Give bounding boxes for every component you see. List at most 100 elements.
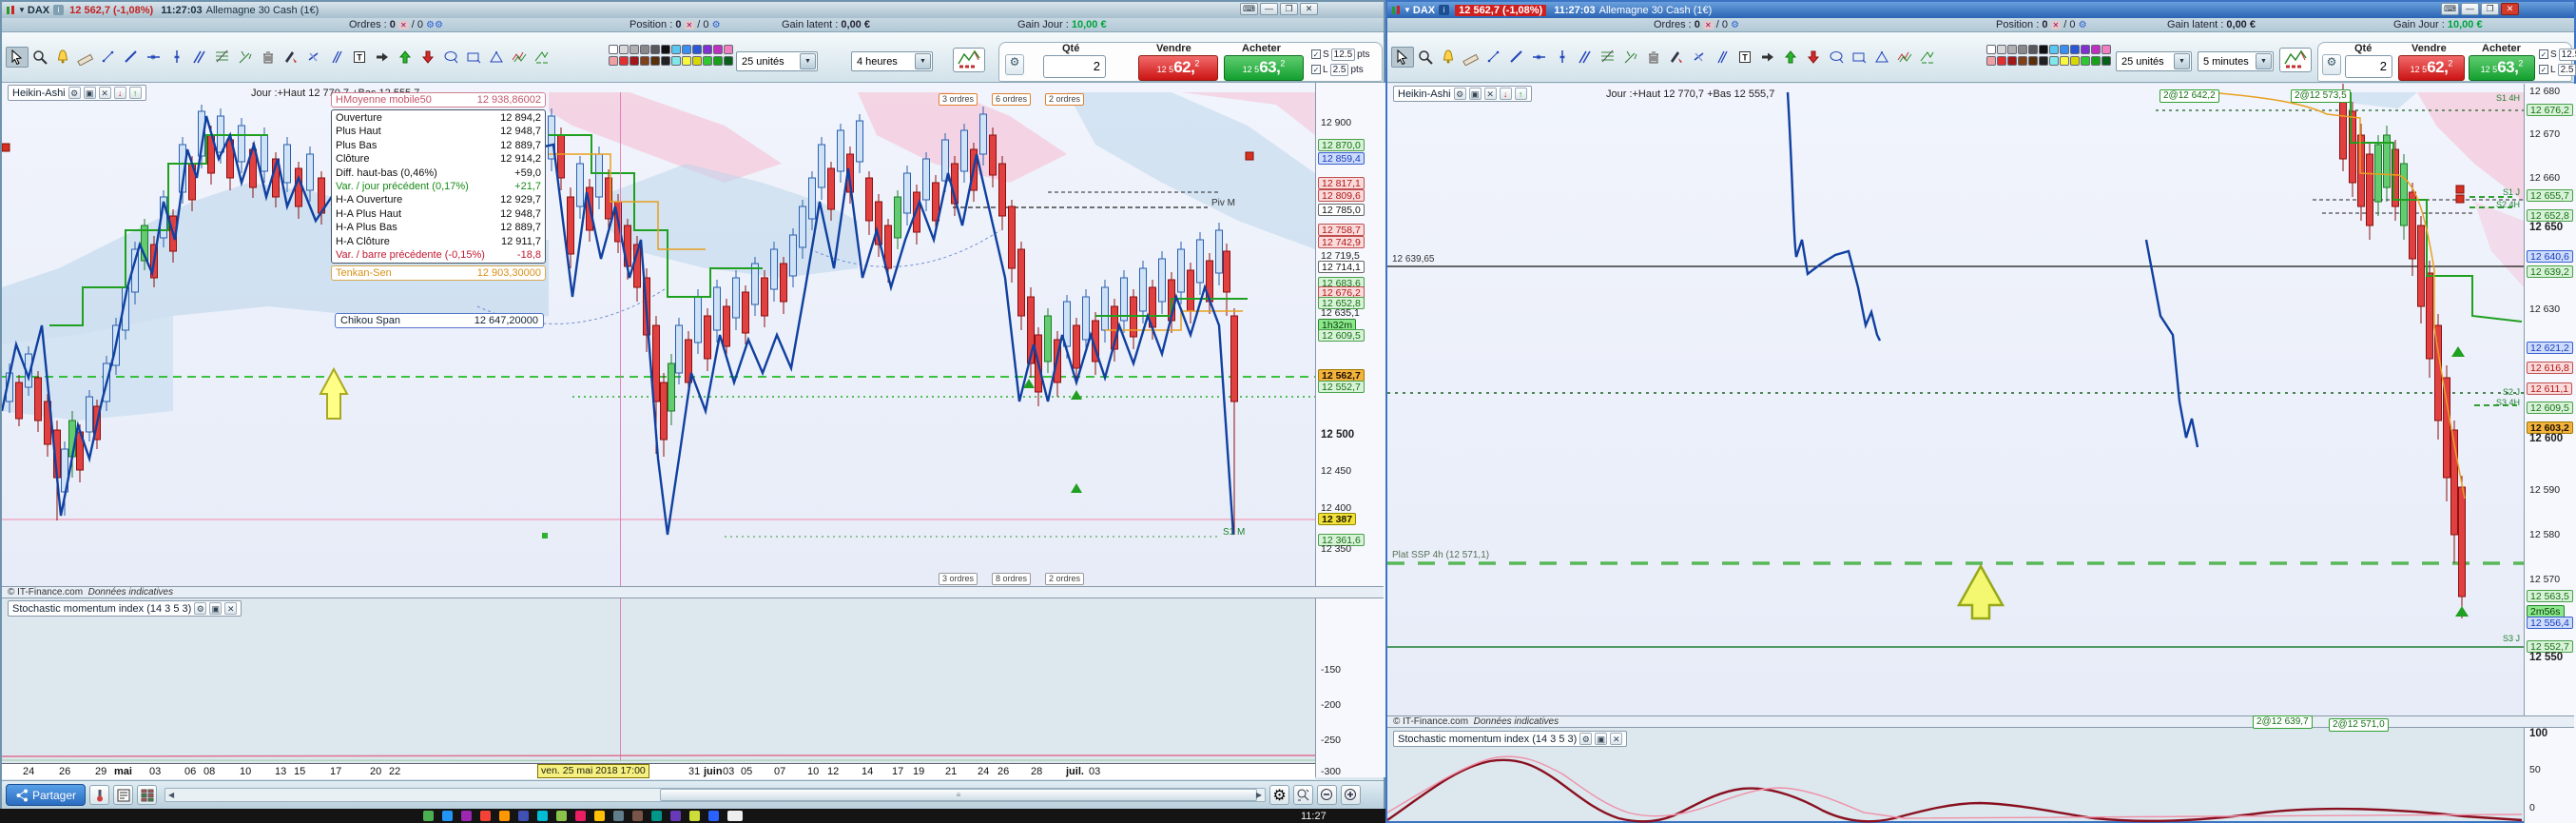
color-swatch[interactable] [671,56,681,66]
color-swatch[interactable] [2028,45,2038,54]
horizontal-line-icon[interactable] [1528,47,1551,68]
wrench-icon[interactable]: ⚙ [2322,54,2341,75]
color-swatch[interactable] [2018,56,2027,66]
color-swatch[interactable] [713,56,723,66]
color-swatch[interactable] [682,56,691,66]
orders-tag[interactable]: 2 ordres [1045,573,1085,585]
keyboard-icon[interactable]: ⌨ [1240,3,1258,15]
cancel-orders-icon[interactable]: ✕ [397,21,409,29]
stop-value-input[interactable]: 12.5 [1330,48,1356,61]
alarm-icon[interactable] [51,47,74,68]
pitchfork-icon[interactable] [1619,47,1642,68]
units-dropdown[interactable]: 25 unités ▼ [736,51,818,71]
cursor-icon[interactable] [1391,47,1414,68]
alarm-icon[interactable] [1437,47,1460,68]
color-swatch[interactable] [2028,56,2038,66]
taskbar-app-icon[interactable] [575,811,586,821]
orders-tag[interactable]: 2 ordres [1045,93,1085,106]
tools-icon[interactable] [280,47,302,68]
gear-icon[interactable]: ⚙ [712,20,721,30]
color-swatch[interactable] [609,56,618,66]
news-icon[interactable] [113,785,133,805]
arrow-down-icon[interactable]: ↓ [113,87,126,99]
chart-type-button[interactable] [953,48,985,72]
color-swatch[interactable] [2049,56,2059,66]
close-icon[interactable]: ✕ [224,602,238,615]
trendline-icon[interactable] [1505,47,1528,68]
color-swatch[interactable] [661,56,670,66]
fibonacci-icon[interactable] [211,47,234,68]
minimize-button[interactable]: — [1260,3,1278,15]
color-swatch[interactable] [2101,56,2111,66]
order-tag[interactable]: 2@12 573,5 [2291,89,2351,103]
crossed-segments-icon[interactable] [302,47,325,68]
taskbar-app-icon[interactable] [632,811,643,821]
restore-button[interactable]: ❐ [2481,3,2499,15]
taskbar-app-icon[interactable] [423,811,434,821]
segment-icon[interactable] [1482,47,1505,68]
taskbar-app-icon[interactable] [518,811,529,821]
color-swatch[interactable] [661,45,670,54]
taskbar-app-icon[interactable] [480,811,491,821]
color-swatch[interactable] [1997,45,2006,54]
double-trend-icon[interactable] [1711,47,1733,68]
orders-tag[interactable]: 3 ordres [939,93,978,106]
order-tag[interactable]: 2@12 639,7 [2253,715,2313,729]
chart-type-button[interactable] [2279,48,2312,72]
arrow-right-icon[interactable] [1756,47,1779,68]
zoom-icon[interactable] [29,47,51,68]
share-button[interactable]: Partager [6,784,86,806]
titlebar[interactable]: ▼ DAX i 12 562,7 (-1,08%) 11:27:03 Allem… [1387,2,2574,18]
price-axis[interactable]: 12 900 12 870,0 12 859,4 12 817,1 12 809,6 12… [1315,83,1385,777]
trash-icon[interactable] [257,47,280,68]
wrench-icon[interactable]: ⚙ [1579,733,1593,745]
text-icon[interactable]: T [1733,47,1756,68]
arrow-up-icon[interactable] [1779,47,1802,68]
minimize-button[interactable]: — [2461,3,2479,15]
ellipse-icon[interactable] [439,47,462,68]
taskbar[interactable]: 11:27 [0,809,1385,823]
limit-value-input[interactable]: 2.5 [2557,63,2576,76]
color-swatch[interactable] [650,56,660,66]
info-icon[interactable]: i [53,5,65,15]
color-swatch[interactable] [703,45,712,54]
color-swatch[interactable] [682,45,691,54]
wrench-icon[interactable]: ⚙ [1005,54,1024,75]
cursor-icon[interactable] [6,47,29,68]
restore-button[interactable]: ❐ [1280,3,1298,15]
gear-icon[interactable]: ⚙ [2079,20,2087,30]
taskbar-app-icon[interactable] [670,811,681,821]
titlebar[interactable]: ▼ DAX i 12 562,7 (-1,08%) 11:27:03 Allem… [2,2,1384,18]
chevron-down-icon[interactable]: ▼ [2174,53,2190,69]
limit-value-input[interactable]: 2.5 [1329,63,1349,76]
horizontal-scrollbar[interactable]: ◀ ≡ ▶ [165,788,1266,802]
color-swatch[interactable] [640,45,649,54]
segment-icon[interactable] [97,47,120,68]
wrench-icon[interactable]: ⚙ [68,87,81,99]
color-swatch[interactable] [2039,45,2048,54]
taskbar-app-icon[interactable] [727,811,743,821]
color-swatch[interactable] [671,45,681,54]
color-swatch[interactable] [2049,45,2059,54]
timeframe-dropdown[interactable]: 5 minutes ▼ [2198,51,2274,71]
taskbar-app-icon[interactable] [708,811,719,821]
scroll-right-icon[interactable]: ▶ [1256,791,1262,799]
ellipse-icon[interactable] [1825,47,1848,68]
window-icon[interactable]: ▣ [1468,88,1482,100]
units-dropdown[interactable]: 25 unités ▼ [2116,51,2192,71]
thermometer-icon[interactable] [89,785,109,805]
horizontal-line-icon[interactable] [143,47,165,68]
close-position-icon[interactable]: ✕ [684,21,695,29]
color-swatch[interactable] [713,45,723,54]
chevron-down-icon[interactable]: ▼ [915,53,931,69]
color-swatch[interactable] [1986,45,1996,54]
color-swatch[interactable] [2039,56,2048,66]
arrow-up-icon[interactable]: ↑ [1514,88,1527,100]
close-position-icon[interactable]: ✕ [2050,21,2062,29]
timeframe-dropdown[interactable]: 4 heures ▼ [851,51,933,71]
orders-tag[interactable]: 6 ordres [992,93,1032,106]
order-tag[interactable]: 2@12 571,0 [2329,718,2389,732]
sell-button[interactable]: 12 562,2 [1138,55,1218,81]
color-swatch[interactable] [2060,56,2069,66]
color-swatch[interactable] [2081,45,2090,54]
